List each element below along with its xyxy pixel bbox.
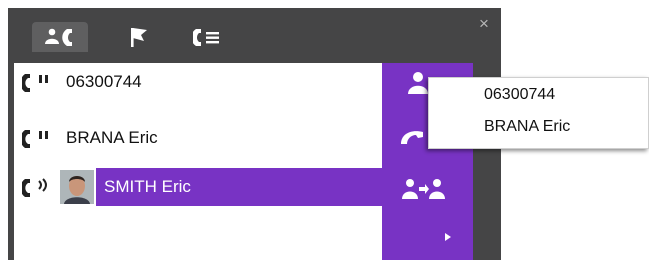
- dropdown-item[interactable]: 06300744: [484, 84, 555, 106]
- tab-contacts-call[interactable]: [32, 22, 88, 52]
- ringing-call-icon: [22, 178, 47, 197]
- tab-flag[interactable]: [120, 22, 156, 52]
- transfer-action-button[interactable]: [400, 175, 448, 203]
- call-row-1[interactable]: 06300744: [14, 63, 382, 101]
- answer-action-button[interactable]: [398, 125, 426, 151]
- handset-icon: [401, 131, 423, 144]
- hold-call-icon: [22, 74, 48, 92]
- transfer-icon: [402, 179, 445, 199]
- more-actions-button[interactable]: [440, 229, 456, 245]
- call-label: BRANA Eric: [66, 128, 158, 147]
- hold-call-icon: [22, 130, 48, 148]
- dropdown-item[interactable]: BRANA Eric: [484, 116, 570, 138]
- flag-icon: [131, 28, 147, 47]
- contact-dropdown: 06300744 BRANA Eric: [428, 77, 649, 149]
- call-row-3[interactable]: SMITH Eric: [14, 168, 382, 206]
- call-label: SMITH Eric: [104, 177, 191, 196]
- more-arrow-icon: [445, 233, 451, 241]
- contact-icon: [408, 72, 428, 94]
- call-label: 06300744: [66, 72, 142, 91]
- tab-call-list[interactable]: [188, 22, 228, 52]
- tab-bar: ×: [8, 8, 501, 60]
- call-list-icon: [193, 29, 219, 46]
- call-list: 06300744 BRANA Eric SMITH Eric: [14, 63, 382, 260]
- call-row-2[interactable]: BRANA Eric: [14, 119, 382, 157]
- avatar: [60, 170, 94, 204]
- contacts-call-icon: [45, 28, 72, 46]
- close-icon[interactable]: ×: [476, 15, 492, 32]
